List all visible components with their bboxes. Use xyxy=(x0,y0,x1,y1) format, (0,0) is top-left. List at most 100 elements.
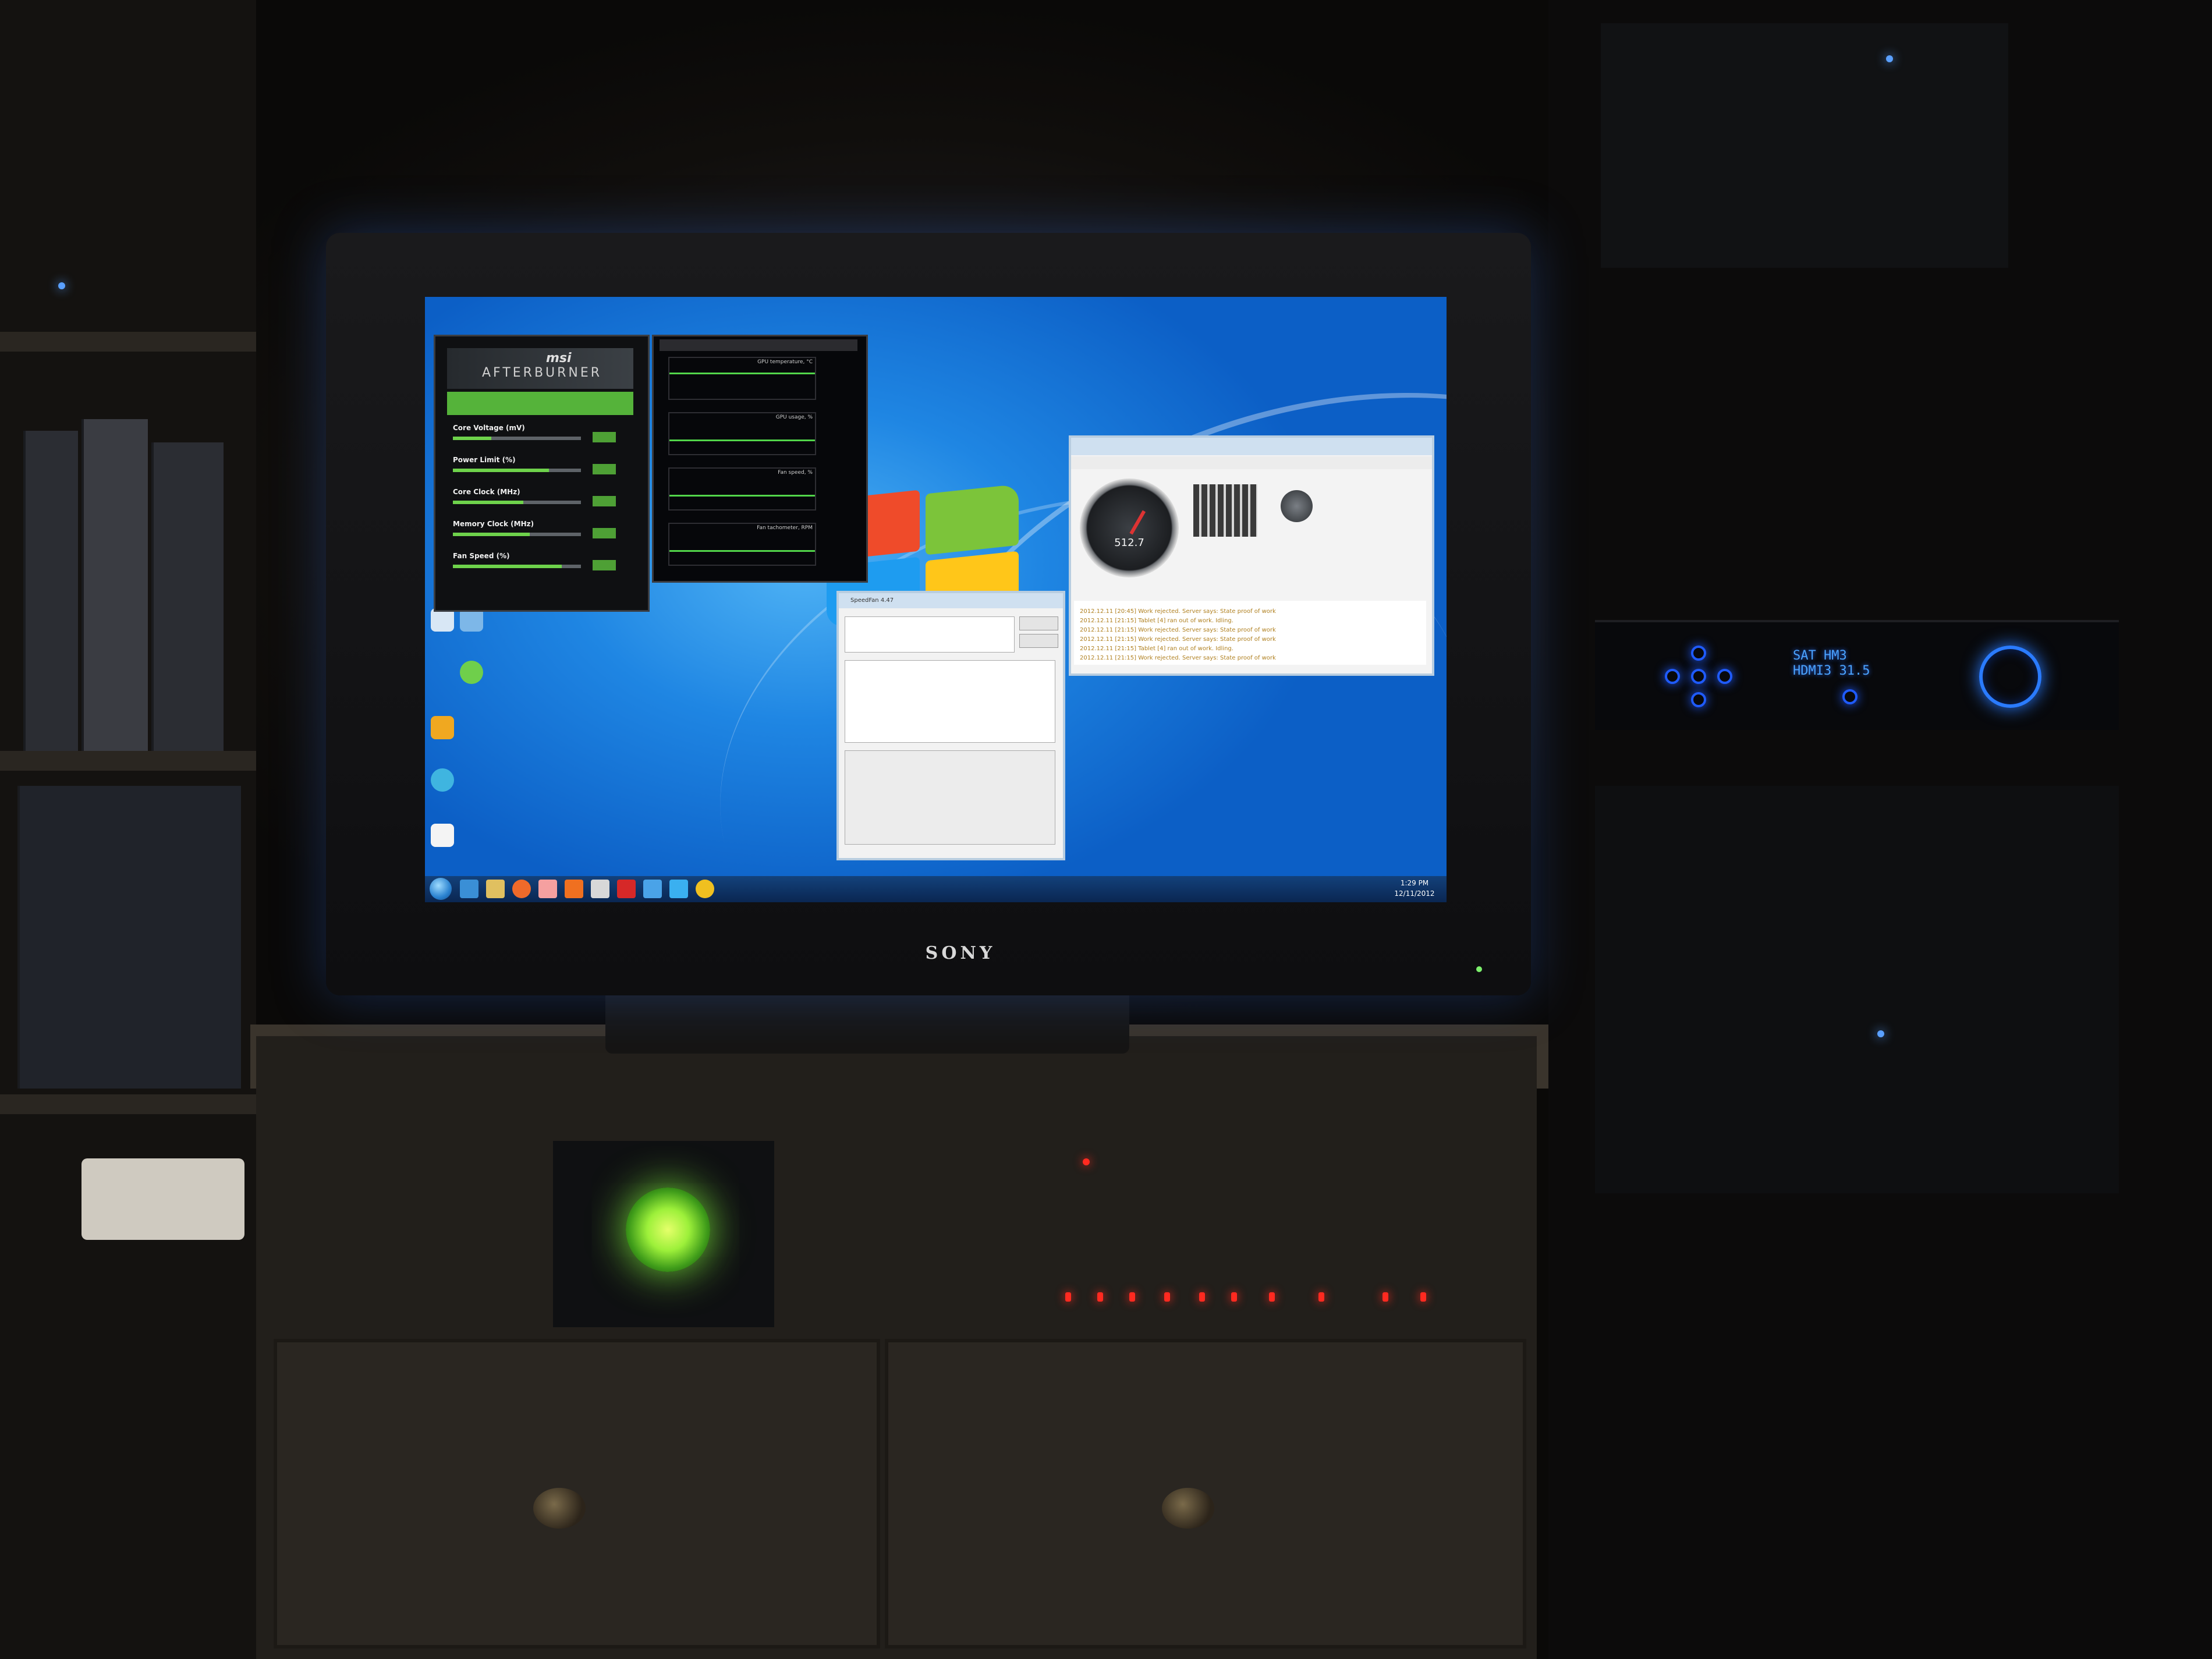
hardware-monitor-graph-label: Fan speed, % xyxy=(778,470,813,476)
logo-green-pane xyxy=(926,484,1019,555)
engine-start-button[interactable] xyxy=(1281,490,1313,522)
taskbar-icon[interactable] xyxy=(591,880,609,898)
shelf-plank xyxy=(0,751,256,771)
led-red xyxy=(1129,1292,1135,1302)
receiver-button xyxy=(1691,669,1706,684)
afterburner-header: msi AFTERBURNER xyxy=(447,348,633,389)
hardware-monitor-window[interactable]: GPU temperature, °C GPU usage, % Fan speed… xyxy=(652,335,868,583)
boinc-menubar xyxy=(1071,456,1432,469)
speedfan-window[interactable]: SpeedFan 4.47 xyxy=(836,591,1065,860)
taskbar-icon[interactable] xyxy=(565,880,583,898)
taskbar-icon-media[interactable] xyxy=(512,880,531,898)
blue-led xyxy=(1886,55,1893,62)
speedfan-configure-button[interactable] xyxy=(1019,634,1058,648)
av-receiver: SAT HM3 HDMI3 31.5 xyxy=(1595,620,2119,730)
desktop-screen: msi AFTERBURNER Core Voltage (mV) Power L… xyxy=(425,297,1447,902)
boinc-status-grid xyxy=(1193,484,1257,537)
afterburner-slider[interactable] xyxy=(453,469,581,472)
taskbar-icon[interactable] xyxy=(696,880,714,898)
boinc-log-line: 2012.12.11 [21:15] Tablet [4] ran out of… xyxy=(1080,641,1417,652)
taskbar-icon-ie[interactable] xyxy=(460,880,478,898)
taskbar-clock[interactable]: 1:29 PM 12/11/2012 xyxy=(1385,878,1444,899)
drawer-knob xyxy=(1162,1488,1214,1529)
taskbar-icon[interactable] xyxy=(643,880,662,898)
afterburner-value-box xyxy=(593,496,616,506)
receiver-button xyxy=(1665,669,1680,684)
afterburner-slider-fill xyxy=(453,501,523,504)
afterburner-slider[interactable] xyxy=(453,501,581,504)
led-red xyxy=(1420,1292,1426,1302)
drawer-knob xyxy=(533,1488,586,1529)
speedfan-minimize-button[interactable] xyxy=(1019,616,1058,630)
boinc-log-line: 2012.12.11 [21:15] Work rejected. Server… xyxy=(1080,623,1417,633)
taskbar-icon[interactable] xyxy=(669,880,688,898)
hardware-monitor-graph-label: GPU usage, % xyxy=(775,414,813,420)
book xyxy=(81,419,148,751)
afterburner-slider-label: Power Limit (%) xyxy=(453,456,516,464)
afterburner-slider-label: Fan Speed (%) xyxy=(453,552,510,560)
book xyxy=(151,442,224,751)
led-red xyxy=(1231,1292,1237,1302)
blue-led xyxy=(1877,1030,1884,1037)
hardware-monitor-graph: Fan tachometer, RPM xyxy=(668,523,816,566)
book xyxy=(23,431,78,751)
taskbar-icon[interactable] xyxy=(538,880,557,898)
boinc-log-line: 2012.12.11 [20:45] Work rejected. Server… xyxy=(1080,604,1417,615)
tv-brand-logo: SONY xyxy=(925,943,996,963)
hardware-monitor-graph: GPU usage, % xyxy=(668,412,816,455)
led-red xyxy=(1164,1292,1170,1302)
desktop-icon[interactable] xyxy=(460,608,483,632)
boinc-log-line: 2012.12.11 [21:15] Tablet [4] ran out of… xyxy=(1080,614,1417,624)
taskbar-icon-explorer[interactable] xyxy=(486,880,505,898)
afterburner-slider[interactable] xyxy=(453,565,581,568)
afterburner-title: AFTERBURNER xyxy=(482,366,602,380)
desktop-icon[interactable] xyxy=(431,716,454,739)
shelf-plank xyxy=(0,1094,256,1114)
afterburner-slider-row: Core Clock (MHz) xyxy=(453,488,628,517)
afterburner-slider[interactable] xyxy=(453,437,581,440)
device-lower xyxy=(1595,786,2119,1193)
speedfan-titlebar: SpeedFan 4.47 xyxy=(839,593,1063,608)
taskbar-icon[interactable] xyxy=(617,880,636,898)
tv-cabinet xyxy=(256,1036,1537,1659)
book-row xyxy=(17,786,241,1089)
afterburner-value-box xyxy=(593,560,616,570)
afterburner-slider-label: Memory Clock (MHz) xyxy=(453,520,534,528)
desktop-icon[interactable] xyxy=(431,608,454,632)
afterburner-window[interactable]: msi AFTERBURNER Core Voltage (mV) Power L… xyxy=(434,335,650,612)
led-red xyxy=(1383,1292,1388,1302)
speedfan-fan-controls xyxy=(845,750,1055,845)
start-button[interactable] xyxy=(430,878,452,900)
receiver-button xyxy=(1717,669,1732,684)
desktop-icon[interactable] xyxy=(431,824,454,847)
afterburner-slider-row: Fan Speed (%) xyxy=(453,552,628,581)
led-red xyxy=(1065,1292,1071,1302)
speedfan-title: SpeedFan 4.47 xyxy=(850,597,894,604)
led-red xyxy=(1083,1158,1090,1165)
desktop-icon[interactable] xyxy=(431,768,454,792)
afterburner-slider-label: Core Voltage (mV) xyxy=(453,424,525,432)
afterburner-slider-fill xyxy=(453,565,562,568)
tv-power-led xyxy=(1476,966,1482,972)
desktop-icon[interactable] xyxy=(460,661,483,684)
hardware-monitor-graph: Fan speed, % xyxy=(668,467,816,511)
hardware-monitor-graph-label: Fan tachometer, RPM xyxy=(757,525,813,531)
shelf-plank xyxy=(0,332,256,352)
gauge-needle xyxy=(1129,510,1146,535)
afterburner-value-box xyxy=(593,528,616,538)
hardware-monitor-graph-line xyxy=(669,373,815,374)
power-gauge: 512.7 xyxy=(1080,478,1179,577)
afterburner-slider-row: Memory Clock (MHz) xyxy=(453,520,628,549)
receiver-display-line1: SAT HM3 xyxy=(1793,648,1847,663)
green-case-fan xyxy=(626,1187,710,1272)
device-top xyxy=(1601,23,2008,268)
receiver-button xyxy=(1691,646,1706,661)
boinc-log: 2012.12.11 [20:45] Work rejected. Server… xyxy=(1074,601,1426,665)
hardware-monitor-graph-label: GPU temperature, °C xyxy=(757,359,813,365)
boinc-window[interactable]: 512.7 2012.12.11 [20:45] Work rejected. … xyxy=(1069,435,1434,676)
clock-time: 1:29 PM xyxy=(1400,879,1429,887)
led-red xyxy=(1318,1292,1324,1302)
hardware-monitor-graph-line xyxy=(669,495,815,497)
afterburner-slider[interactable] xyxy=(453,533,581,536)
cabinet-drawer xyxy=(274,1339,880,1649)
